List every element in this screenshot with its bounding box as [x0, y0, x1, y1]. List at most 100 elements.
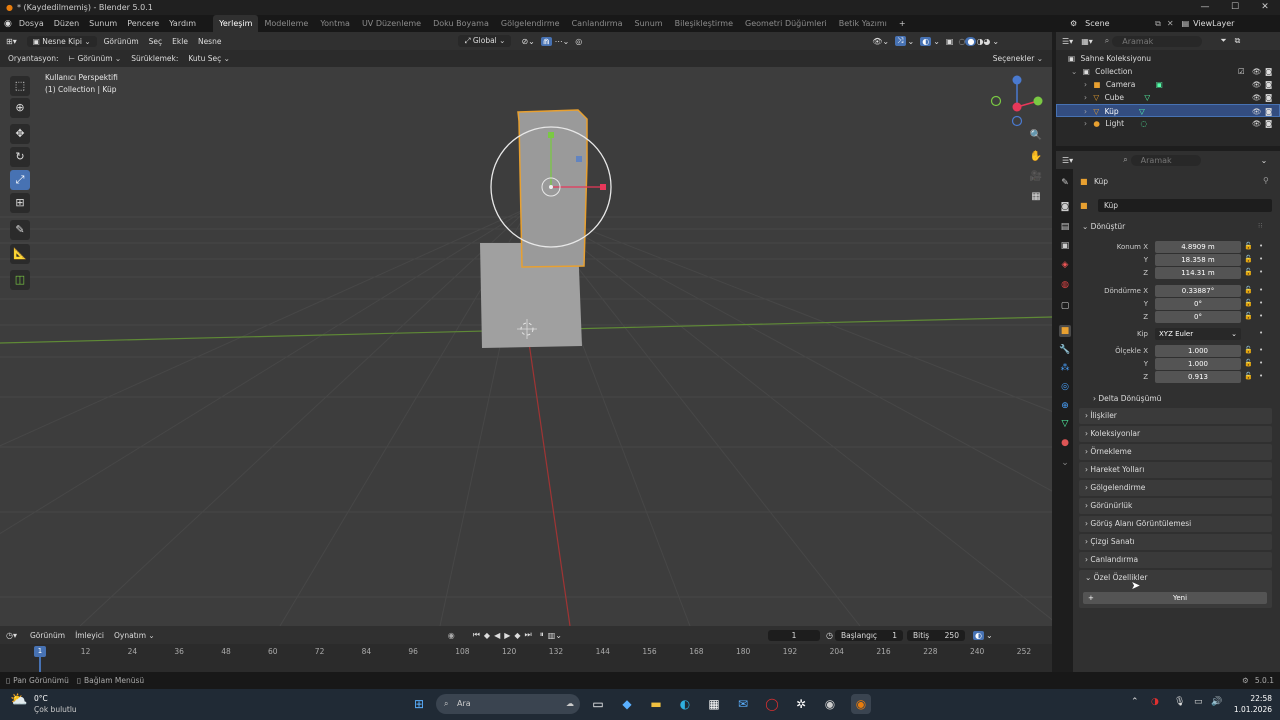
pan-hand-icon[interactable]: ✋ — [1028, 149, 1044, 165]
minimize-button[interactable]: — — [1190, 0, 1220, 15]
drag-dropdown[interactable]: Kutu Seç ⌄ — [183, 54, 235, 63]
blender-taskbar-icon[interactable]: ◉ — [851, 694, 871, 714]
select-box-tool-icon[interactable]: ⬚ — [10, 76, 30, 96]
lock-icon[interactable]: 🔓 — [1244, 286, 1253, 294]
new-property-button[interactable]: + Yeni — [1083, 592, 1267, 604]
opera-icon[interactable]: ◯ — [762, 694, 782, 714]
keyframe-dot-icon[interactable]: • — [1259, 359, 1263, 367]
scene-name[interactable]: Scene — [1085, 19, 1155, 28]
options-chevron-icon[interactable]: ⌄ — [1261, 156, 1268, 165]
scale-x-field[interactable]: 1.000 — [1155, 345, 1241, 357]
tab-texture-paint[interactable]: Doku Boyama — [427, 15, 495, 32]
collapse-arrow-icon[interactable]: › — [1084, 80, 1087, 89]
new-scene-icon[interactable]: ⧉ — [1155, 19, 1161, 29]
solid-shading-icon[interactable]: ● — [965, 36, 977, 46]
output-tab-icon[interactable]: ▤ — [1059, 221, 1071, 233]
pivot-icon[interactable]: ⊘⌄ — [521, 37, 534, 46]
taskbar-search[interactable]: ⌕ Ara ☁ — [436, 694, 580, 714]
playhead[interactable]: 1 — [34, 646, 46, 657]
panel-viewport-display[interactable]: › Görüş Alanı Görüntülemesi — [1079, 516, 1272, 532]
camera-render-icon[interactable]: ◙ — [1265, 91, 1272, 104]
visibility-icon[interactable]: 👁⌄ — [872, 37, 889, 46]
jump-start-icon[interactable]: ⏮ — [473, 630, 480, 640]
gizmo-x-handle[interactable] — [600, 184, 606, 190]
tab-scripting[interactable]: Betik Yazımı — [833, 15, 893, 32]
menu-file[interactable]: Dosya — [14, 15, 49, 32]
weather-icon[interactable]: ⛅ — [10, 692, 27, 708]
wireframe-shading-icon[interactable]: ◌ — [958, 37, 965, 46]
viewlayer-name[interactable]: ViewLayer — [1193, 19, 1234, 28]
tab-uv-editing[interactable]: UV Düzenleme — [356, 15, 427, 32]
lock-icon[interactable]: 🔓 — [1244, 346, 1253, 354]
xray-icon[interactable]: ▣ — [946, 37, 954, 46]
keyframe-options-icon[interactable]: ▥⌄ — [548, 631, 562, 640]
editor-type-icon[interactable]: ⊞▾ — [6, 37, 17, 46]
keyframe-dot-icon[interactable]: • — [1259, 255, 1263, 263]
tab-animation[interactable]: Canlandırma — [566, 15, 629, 32]
menu-object[interactable]: Nesne — [193, 37, 227, 46]
view-layer-tab-icon[interactable]: ▣ — [1059, 240, 1071, 252]
annotate-tool-icon[interactable]: ✎ — [10, 220, 30, 240]
gizmo-options-icon[interactable]: ⌄ — [908, 37, 915, 46]
lock-icon[interactable]: 🔓 — [1244, 312, 1253, 320]
pause-icon[interactable]: ⏸ — [540, 630, 544, 640]
panel-instancing[interactable]: › Örnekleme — [1079, 444, 1272, 460]
measure-tool-icon[interactable]: 📐 — [10, 244, 30, 264]
rotation-z-field[interactable]: 0° — [1155, 311, 1241, 323]
clock-time[interactable]: 22:58 — [1232, 694, 1272, 703]
blender-menu-icon[interactable]: ◉ — [4, 19, 12, 29]
tab-geometry-nodes[interactable]: Geometri Düğümleri — [739, 15, 833, 32]
new-collection-icon[interactable]: ⧉ — [1235, 36, 1241, 46]
tab-modeling[interactable]: Modelleme — [258, 15, 314, 32]
camera-render-icon[interactable]: ◙ — [1265, 65, 1272, 78]
delete-scene-icon[interactable]: ✕ — [1167, 19, 1174, 28]
keyframe-dot-icon[interactable]: • — [1259, 286, 1263, 294]
eye-icon[interactable]: 👁 — [1252, 78, 1262, 91]
snap-icon[interactable]: ⋒ — [540, 36, 552, 46]
collapse-arrow-icon[interactable]: › — [1084, 119, 1087, 128]
display-mode-icon[interactable]: ▦▾ — [1081, 37, 1093, 46]
expand-arrow-icon[interactable]: ⌄ — [1071, 67, 1077, 76]
opera-tray-icon[interactable]: ◑ — [1151, 697, 1159, 707]
proportional-edit-icon[interactable]: ◎ — [575, 37, 582, 46]
scale-y-field[interactable]: 1.000 — [1155, 358, 1241, 370]
eye-icon[interactable]: 👁 — [1252, 91, 1262, 104]
mode-dropdown[interactable]: ▣ Nesne Kipi ⌄ — [26, 35, 97, 47]
outliner-row-camera[interactable]: › ■ Camera ▣ 👁 ◙ — [1056, 78, 1280, 91]
clock-date[interactable]: 1.01.2026 — [1222, 705, 1272, 714]
shading-options-icon[interactable]: ⌄ — [992, 37, 999, 46]
tool-tab-icon[interactable]: ✎ — [1059, 177, 1071, 189]
drag-handle-icon[interactable]: ⁝⁝ — [1258, 222, 1262, 230]
rotate-tool-icon[interactable]: ↻ — [10, 147, 30, 167]
volume-icon[interactable]: 🔊 — [1211, 697, 1222, 707]
rendered-shading-icon[interactable]: ◕ — [983, 37, 990, 46]
tray-chevron-icon[interactable]: ⌃ — [1131, 697, 1139, 707]
properties-search-input[interactable]: Aramak — [1130, 154, 1201, 166]
rotation-x-field[interactable]: 0.33887° — [1155, 285, 1241, 297]
gizmo-y-handle[interactable] — [548, 132, 554, 138]
menu-window[interactable]: Pencere — [122, 15, 164, 32]
lock-icon[interactable]: 🔓 — [1244, 359, 1253, 367]
collection-tab-icon[interactable]: ▢ — [1059, 300, 1071, 312]
current-frame-field[interactable]: 1 — [768, 629, 820, 641]
panel-collections[interactable]: › Koleksiyonlar — [1079, 426, 1272, 442]
menu-select[interactable]: Seç — [144, 37, 168, 46]
outliner-row-kup[interactable]: › ▽ Küp ▽ 👁 ◙ — [1056, 104, 1280, 117]
collapse-arrow-icon[interactable]: › — [1084, 107, 1087, 116]
orientation-dropdown[interactable]: ⊢ Görünüm ⌄ — [64, 54, 127, 63]
eye-icon[interactable]: 👁 — [1252, 65, 1262, 78]
add-workspace-icon[interactable]: + — [893, 15, 912, 32]
3d-viewport[interactable]: Kullanıcı Perspektifi (1) Collection | K… — [0, 67, 1052, 626]
tab-layout[interactable]: Yerleşim — [213, 15, 259, 32]
menu-edit[interactable]: Düzen — [49, 15, 84, 32]
filter-icon[interactable]: ⏷ — [1220, 36, 1226, 46]
keyframe-dot-icon[interactable]: • — [1259, 312, 1263, 320]
timeline-playback-menu[interactable]: Oynatım ⌄ — [109, 631, 160, 640]
windows-start-icon[interactable]: ⊞ — [409, 694, 429, 714]
copilot-icon[interactable]: ◆ — [617, 694, 637, 714]
camera-render-icon[interactable]: ◙ — [1265, 78, 1272, 91]
rotation-y-field[interactable]: 0° — [1155, 298, 1241, 310]
lock-icon[interactable]: 🔓 — [1244, 299, 1253, 307]
menu-add[interactable]: Ekle — [167, 37, 193, 46]
jump-next-key-icon[interactable]: ◆ — [514, 631, 520, 640]
